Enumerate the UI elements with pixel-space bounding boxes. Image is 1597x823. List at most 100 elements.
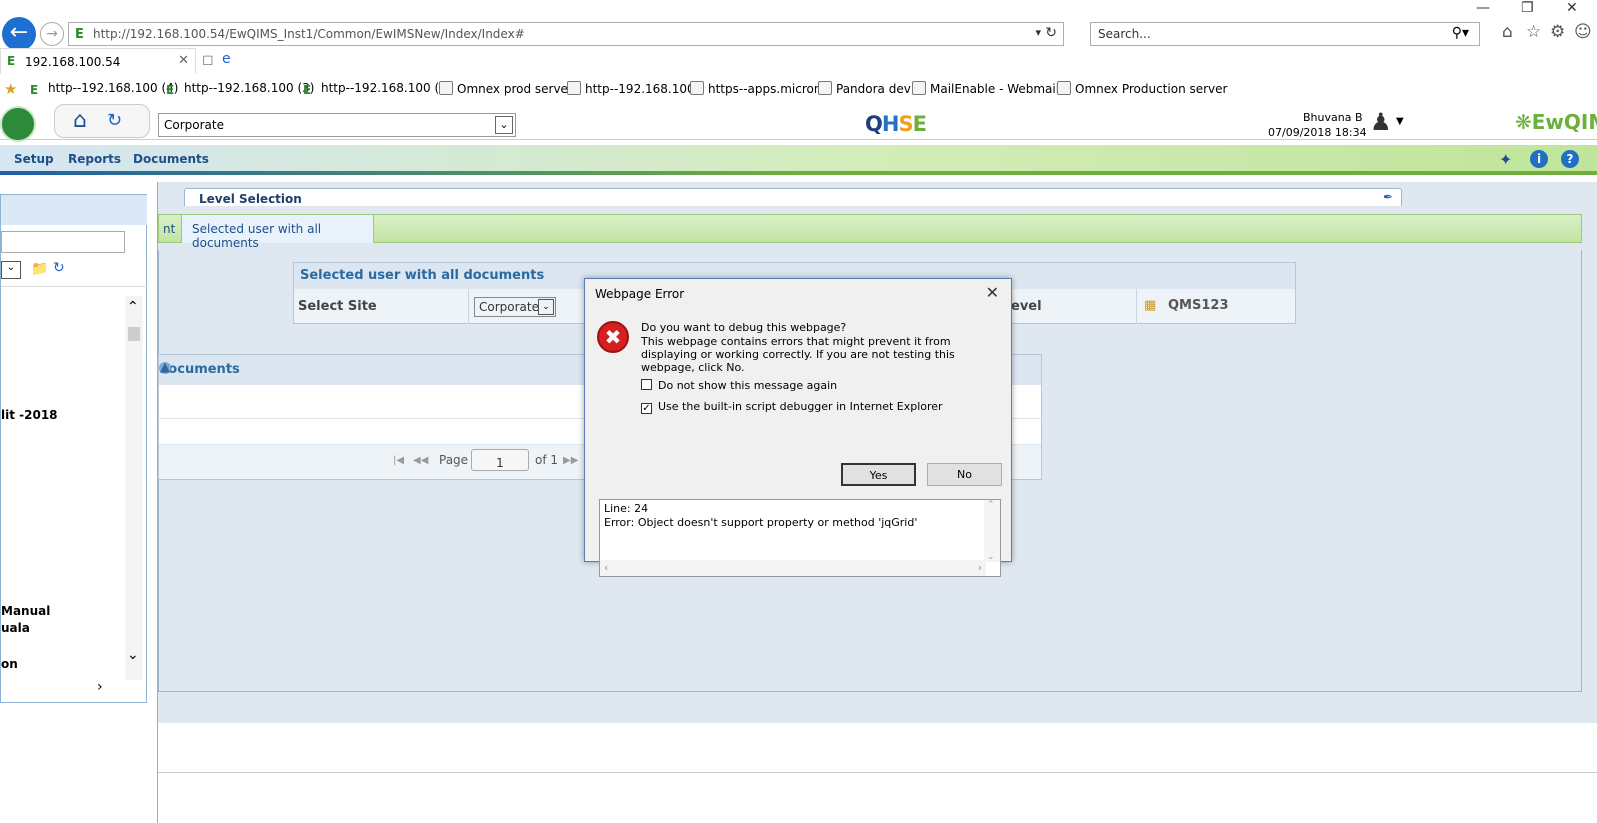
site-select[interactable]: Corporate ⌄: [158, 113, 516, 137]
divider: [1, 286, 147, 287]
edit-pen-icon[interactable]: ✒: [1383, 190, 1393, 204]
home-icon[interactable]: ⌂: [73, 108, 87, 133]
error-details-textbox[interactable]: Line: 24 Error: Object doesn't support p…: [599, 499, 1001, 577]
tree-refresh-icon[interactable]: ↻: [53, 260, 65, 276]
tree-search-input[interactable]: [1, 231, 125, 253]
chevron-down-icon[interactable]: ⌄: [495, 116, 513, 134]
nav-setup[interactable]: Setup: [14, 152, 54, 166]
favorite-page-icon: [1057, 81, 1071, 95]
tree-vertical-scrollbar[interactable]: [125, 296, 143, 680]
scroll-down-icon[interactable]: ⌄: [987, 552, 995, 562]
tree-filter-select[interactable]: ⌄: [1, 261, 21, 279]
favorite-link[interactable]: MailEnable - Webmail: [912, 81, 1059, 96]
tree-item[interactable]: lit -2018: [1, 407, 58, 424]
new-tab-icon[interactable]: ◻: [202, 52, 214, 68]
browser-toolbar: ← → E http://192.168.100.54/EwQIMS_Inst1…: [0, 0, 1597, 51]
close-window-icon[interactable]: ✕: [1566, 0, 1578, 16]
close-icon[interactable]: ✕: [986, 283, 999, 302]
tab-close-icon[interactable]: ✕: [178, 53, 189, 68]
page-count: of 1: [535, 453, 559, 467]
pin-icon[interactable]: ✦: [1499, 150, 1512, 169]
favorite-page-icon: [439, 81, 453, 95]
app-header: ⌂ ↻ Corporate ⌄ QHSE Bhuvana B 07/09/201…: [0, 104, 1597, 142]
search-icon[interactable]: ⚲▾: [1452, 25, 1469, 41]
scroll-left-icon[interactable]: ‹: [604, 561, 608, 574]
favorite-link[interactable]: http--192.168.100: [567, 81, 695, 96]
minimize-icon[interactable]: —: [1476, 0, 1490, 16]
back-button[interactable]: ←: [2, 17, 36, 51]
address-text[interactable]: http://192.168.100.54/EwQIMS_Inst1/Commo…: [93, 27, 525, 41]
checkbox-unchecked[interactable]: [641, 379, 652, 390]
left-panel-header: [1, 195, 147, 225]
error-vertical-scrollbar[interactable]: ⌃ ⌄: [984, 500, 1000, 562]
info-icon[interactable]: i: [1530, 150, 1548, 168]
no-button[interactable]: No: [927, 463, 1002, 486]
yes-button[interactable]: Yes: [841, 463, 916, 486]
checkbox-checked-icon[interactable]: ✓: [641, 403, 652, 414]
search-placeholder: Search...: [1098, 27, 1151, 41]
refresh-icon[interactable]: ↻: [1045, 25, 1057, 41]
tab-favicon-icon: E: [7, 54, 16, 68]
user-avatar-icon[interactable]: ♟: [1370, 108, 1392, 136]
favorite-link[interactable]: Ehttp--192.168.100 (4): [30, 81, 178, 97]
scroll-right-icon[interactable]: ›: [97, 679, 103, 695]
scroll-up-icon[interactable]: ⌃: [987, 500, 995, 510]
favorite-link[interactable]: Omnex prod server: [439, 81, 573, 96]
app-logo-icon[interactable]: [0, 106, 36, 142]
chevron-down-icon[interactable]: ⌄: [538, 299, 554, 315]
scroll-up-icon[interactable]: ⌃: [127, 299, 139, 315]
feedback-smiley-icon[interactable]: ☺: [1574, 22, 1592, 42]
tree-item[interactable]: on: [1, 656, 18, 673]
address-bar[interactable]: E http://192.168.100.54/EwQIMS_Inst1/Com…: [68, 22, 1064, 46]
user-name: Bhuvana B: [1303, 111, 1363, 124]
favorite-link[interactable]: Ehttp--192.168.100 (2): [303, 81, 451, 97]
favorite-mail-icon: [912, 81, 926, 95]
favorite-link[interactable]: Omnex Production server: [1057, 81, 1227, 96]
forward-button[interactable]: →: [40, 22, 64, 46]
webpage-error-dialog: Webpage Error ✕ ✖ Do you want to debug t…: [584, 278, 1012, 577]
ie-tab-icon[interactable]: e: [222, 51, 231, 67]
help-icon[interactable]: ?: [1561, 150, 1579, 168]
folder-icon[interactable]: 📁: [31, 261, 48, 277]
divider: [468, 289, 469, 324]
error-horizontal-scrollbar[interactable]: ‹ ›: [600, 560, 986, 576]
level-selection-title: Level Selection: [199, 192, 302, 206]
favorite-link[interactable]: Ehttp--192.168.100 (3): [166, 81, 314, 97]
criteria-site-select[interactable]: Corporate ⌄: [474, 297, 556, 317]
level-label: evel: [1011, 299, 1042, 314]
dont-show-checkbox[interactable]: Do not show this message again: [641, 379, 837, 392]
page-label: Page: [439, 453, 469, 467]
error-line: Line: 24: [604, 502, 649, 515]
scroll-right-icon[interactable]: ›: [978, 561, 982, 574]
browser-search-box[interactable]: Search... ⚲▾: [1090, 22, 1480, 46]
favorites-add-icon[interactable]: ★: [4, 80, 17, 98]
scroll-down-icon[interactable]: ⌄: [127, 647, 139, 663]
collapse-icon[interactable]: ▲: [159, 361, 171, 374]
use-debugger-checkbox[interactable]: ✓ Use the built-in script debugger in Int…: [641, 400, 943, 414]
tree-item[interactable]: Manual: [1, 603, 50, 620]
favorites-star-icon[interactable]: ☆: [1526, 22, 1541, 42]
refresh-icon[interactable]: ↻: [107, 110, 122, 131]
page-number-input[interactable]: 1: [471, 449, 529, 471]
favorite-link[interactable]: Pandora dev: [818, 81, 911, 96]
report-tabs: nt Selected user with all documents: [158, 214, 1582, 250]
site-favicon-icon: E: [75, 27, 84, 42]
address-dropdown-icon[interactable]: ▾: [1035, 26, 1041, 39]
level-value[interactable]: QMS123: [1168, 298, 1229, 313]
tree-item[interactable]: uala: [1, 620, 30, 637]
first-page-icon[interactable]: |◀: [393, 455, 404, 466]
restore-icon[interactable]: ❐: [1521, 0, 1534, 16]
home-icon[interactable]: ⌂: [1502, 22, 1513, 42]
level-selection-header[interactable]: Level Selection ✒: [184, 188, 1402, 206]
next-page-icon[interactable]: ▶▶: [563, 455, 578, 466]
nav-reports[interactable]: Reports: [68, 152, 121, 166]
settings-gear-icon[interactable]: ⚙: [1550, 22, 1565, 42]
user-menu-caret-icon[interactable]: ▼: [1396, 116, 1404, 127]
tab-selected-user-documents[interactable]: Selected user with all documents: [181, 215, 374, 250]
browser-tab[interactable]: E 192.168.100.54 ✕: [0, 48, 196, 74]
scroll-thumb[interactable]: [128, 327, 140, 341]
nav-documents[interactable]: Documents: [133, 152, 209, 166]
prev-page-icon[interactable]: ◀◀: [413, 455, 428, 466]
dialog-title: Webpage Error: [595, 287, 685, 301]
favorite-link[interactable]: https--apps.micron: [690, 81, 821, 96]
